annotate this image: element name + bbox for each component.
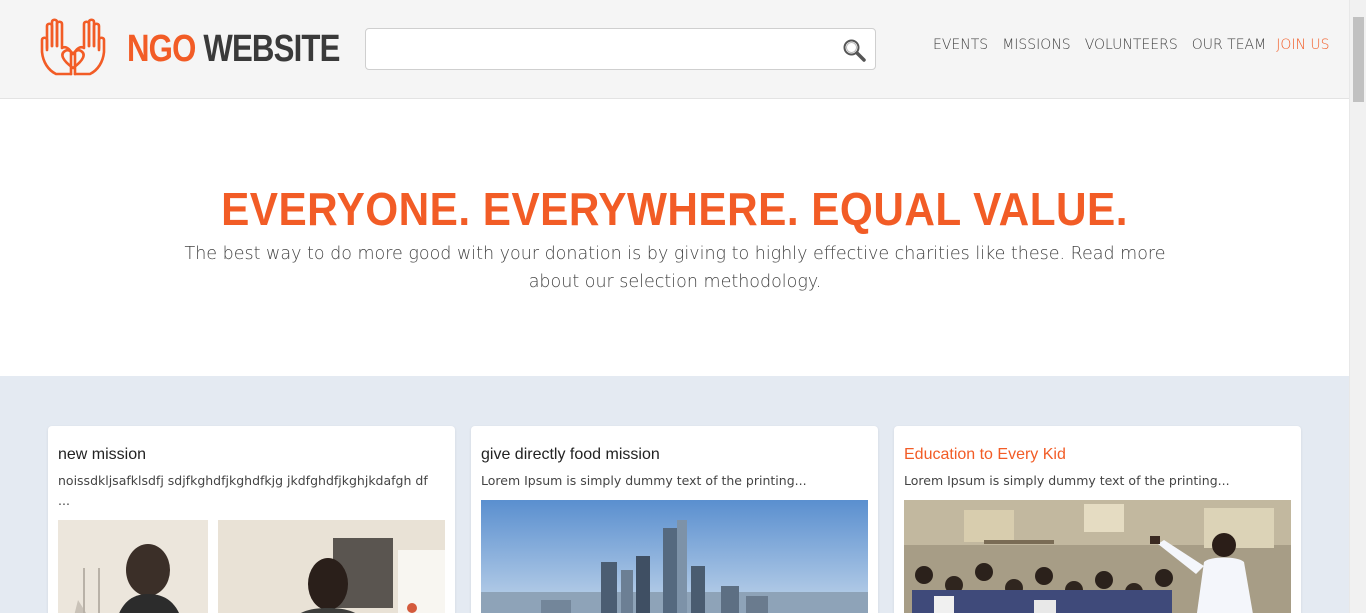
mission-card-text: noissdkljsafklsdfj sdjfkghdfjkghdfkjg jk… bbox=[58, 473, 428, 508]
search-input[interactable] bbox=[376, 37, 836, 61]
hero-subtitle: The best way to do more good with your d… bbox=[184, 244, 1166, 292]
scrollbar-thumb[interactable] bbox=[1353, 17, 1364, 102]
hero-title: EVERYONE. EVERYWHERE. EQUAL VALUE. bbox=[221, 183, 1128, 235]
nav-our-team[interactable]: OUR TEAM bbox=[1192, 37, 1267, 53]
mission-card[interactable]: Education to Every Kid Lorem Ipsum is si… bbox=[894, 426, 1301, 613]
page-scrollbar[interactable] bbox=[1349, 0, 1366, 613]
mission-card-text: Lorem Ipsum is simply dummy text of the … bbox=[481, 473, 807, 488]
hero-section: EVERYONE. EVERYWHERE. EQUAL VALUE. The b… bbox=[0, 100, 1349, 376]
hands-heart-logo-icon[interactable] bbox=[38, 18, 108, 80]
mission-card[interactable]: give directly food mission Lorem Ipsum i… bbox=[471, 426, 878, 613]
mission-card[interactable]: new mission noissdkljsafklsdfj sdjfkghdf… bbox=[48, 426, 455, 613]
nav-join-us[interactable]: JOIN US bbox=[1276, 37, 1329, 53]
mission-card-title[interactable]: Education to Every Kid bbox=[904, 446, 1066, 464]
site-brand[interactable]: NGO WEBSITE bbox=[127, 28, 340, 71]
nav-events[interactable]: EVENTS bbox=[933, 37, 988, 53]
nav-volunteers[interactable]: VOLUNTEERS bbox=[1085, 37, 1178, 53]
brand-part1: NGO bbox=[127, 28, 196, 70]
nav-missions[interactable]: MISSIONS bbox=[1002, 37, 1071, 53]
main-nav: EVENTS MISSIONS VOLUNTEERS OUR TEAM JOIN… bbox=[933, 37, 1330, 53]
search-icon[interactable] bbox=[842, 38, 866, 62]
mission-card-image bbox=[58, 520, 445, 613]
site-header: NGO WEBSITE EVENTS MISSIONS VOLUNTEERS O… bbox=[0, 0, 1349, 99]
search-box bbox=[365, 28, 876, 70]
mission-card-title[interactable]: give directly food mission bbox=[481, 446, 660, 464]
mission-card-image bbox=[904, 500, 1291, 613]
brand-part2: WEBSITE bbox=[203, 28, 340, 70]
mission-card-text: Lorem Ipsum is simply dummy text of the … bbox=[904, 473, 1230, 488]
mission-card-image bbox=[481, 500, 868, 613]
mission-card-title[interactable]: new mission bbox=[58, 446, 146, 464]
